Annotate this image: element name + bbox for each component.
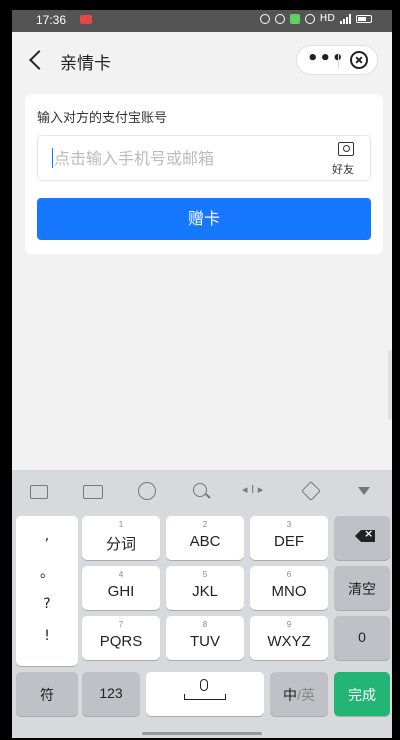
key-label: MNO xyxy=(271,583,307,600)
punct-key[interactable]: , xyxy=(16,528,78,544)
text-caret xyxy=(52,148,53,168)
status-icons: HD xyxy=(259,13,372,24)
toolbox-icon[interactable] xyxy=(26,479,52,503)
wifi-icon xyxy=(304,13,315,24)
key-number: 2 xyxy=(202,520,208,529)
punctuation-column: , 。 ? ! xyxy=(16,516,78,666)
symbols-key[interactable]: 符 xyxy=(16,672,78,716)
key-6[interactable]: 6 MNO xyxy=(250,566,328,610)
capsule-divider xyxy=(338,53,339,69)
key-1[interactable]: 1 分词 xyxy=(82,516,160,560)
key-label: 中/英 xyxy=(270,685,328,705)
microphone-icon xyxy=(200,679,208,691)
app-status-icon xyxy=(289,13,300,24)
punct-key[interactable]: ! xyxy=(16,628,78,644)
mini-program-capsule: ••• xyxy=(296,45,378,75)
key-number: 8 xyxy=(202,620,208,629)
key-number: 1 xyxy=(118,520,124,529)
back-icon[interactable] xyxy=(26,46,50,74)
gift-card-form: 输入对方的支付宝账号 好友 赠卡 xyxy=(25,94,383,254)
key-number: 3 xyxy=(286,520,292,529)
key-label: TUV xyxy=(190,633,220,650)
key-3[interactable]: 3 DEF xyxy=(250,516,328,560)
clear-key[interactable]: 清空 xyxy=(334,566,390,610)
keyboard-toolbar xyxy=(12,470,392,512)
give-card-button[interactable]: 赠卡 xyxy=(37,198,371,240)
collapse-keyboard-icon[interactable] xyxy=(352,479,378,503)
cursor-move-icon[interactable] xyxy=(242,479,270,503)
delete-key[interactable] xyxy=(334,516,390,560)
key-label: DEF xyxy=(274,533,304,550)
close-icon[interactable] xyxy=(350,51,368,69)
keyboard-switch-icon[interactable] xyxy=(80,479,106,503)
network-type: HD xyxy=(319,13,335,24)
space-key[interactable] xyxy=(146,672,264,716)
clock-icon xyxy=(274,13,285,24)
clipboard-icon[interactable] xyxy=(298,479,324,503)
alarm-icon xyxy=(259,13,270,24)
friend-label: 好友 xyxy=(332,163,354,176)
space-icon xyxy=(184,694,226,700)
account-label: 输入对方的支付宝账号 xyxy=(37,111,168,126)
key-9[interactable]: 9 WXYZ xyxy=(250,616,328,660)
status-time: 17:36 xyxy=(36,13,67,27)
key-2[interactable]: 2 ABC xyxy=(166,516,244,560)
key-label: 分词 xyxy=(105,536,136,553)
account-input-box[interactable]: 好友 xyxy=(37,135,371,181)
contact-icon xyxy=(338,142,354,156)
keyboard: , 。 ? ! 1 分词 2 ABC 3 DEF 4 GHI 5 JKL xyxy=(12,470,392,738)
search-icon[interactable] xyxy=(188,479,214,503)
done-key[interactable]: 完成 xyxy=(334,672,390,716)
key-label: JKL xyxy=(192,583,218,600)
punct-key[interactable]: 。 xyxy=(16,562,78,582)
key-number: 9 xyxy=(286,620,292,629)
key-number: 4 xyxy=(118,570,124,579)
nav-bar: 亲情卡 ••• xyxy=(12,32,392,88)
key-number: 7 xyxy=(118,620,124,629)
phone-screen: 17:36 HD 亲情卡 ••• 输入对方的支付宝账号 好友 xyxy=(12,10,392,738)
account-input[interactable] xyxy=(54,146,314,170)
key-label: 符 xyxy=(40,687,54,703)
more-button[interactable]: ••• xyxy=(307,50,344,68)
key-label: 123 xyxy=(99,685,123,701)
key-label: 0 xyxy=(358,629,366,645)
key-5[interactable]: 5 JKL xyxy=(166,566,244,610)
key-label: WXYZ xyxy=(267,633,311,650)
lang-en: 英 xyxy=(300,687,315,703)
punct-key[interactable]: ? xyxy=(16,596,78,612)
emoji-icon[interactable] xyxy=(134,479,160,503)
backspace-icon xyxy=(355,530,375,542)
key-number: 5 xyxy=(202,570,208,579)
key-label: ABC xyxy=(189,533,221,550)
status-bar: 17:36 HD xyxy=(12,10,392,32)
key-number: 6 xyxy=(286,570,292,579)
home-indicator xyxy=(142,732,262,735)
notification-icon xyxy=(80,15,92,24)
lang-zh: 中 xyxy=(283,687,298,703)
key-8[interactable]: 8 TUV xyxy=(166,616,244,660)
language-switch-key[interactable]: 中/英 xyxy=(270,672,328,716)
friend-picker-button[interactable]: 好友 xyxy=(330,140,362,178)
key-label: GHI xyxy=(107,583,135,600)
numbers-key[interactable]: 123 xyxy=(82,672,140,716)
key-label: 完成 xyxy=(348,687,376,703)
key-4[interactable]: 4 GHI xyxy=(82,566,160,610)
battery-icon xyxy=(356,14,372,23)
scroll-handle[interactable] xyxy=(388,350,392,420)
page-title: 亲情卡 xyxy=(60,54,111,74)
signal-icon xyxy=(340,13,351,24)
key-label: 清空 xyxy=(348,581,376,597)
key-0[interactable]: 0 xyxy=(334,616,390,660)
key-label: PQRS xyxy=(99,633,143,650)
key-7[interactable]: 7 PQRS xyxy=(82,616,160,660)
